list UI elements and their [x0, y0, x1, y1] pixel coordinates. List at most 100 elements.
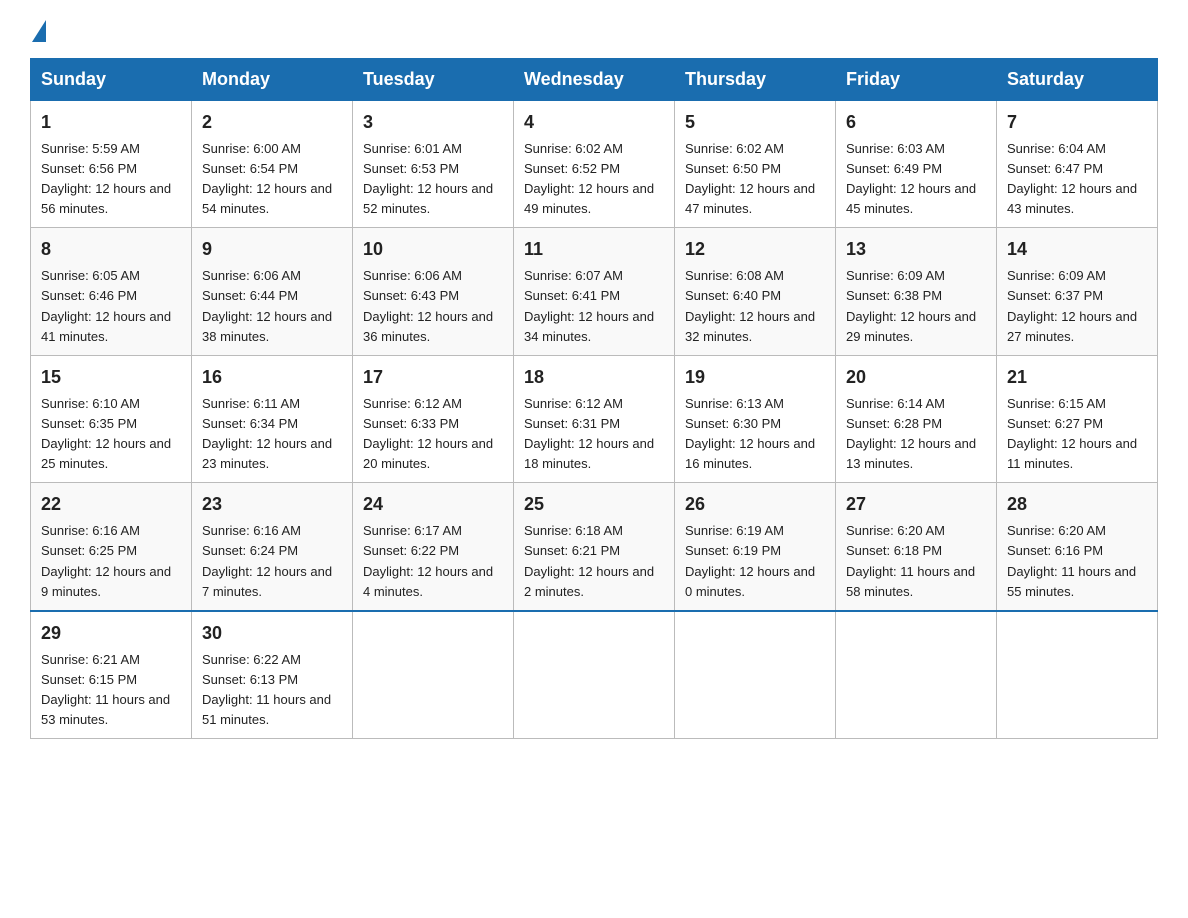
logo-text	[30, 20, 48, 42]
day-info: Sunrise: 6:21 AMSunset: 6:15 PMDaylight:…	[41, 650, 181, 731]
day-info: Sunrise: 6:19 AMSunset: 6:19 PMDaylight:…	[685, 521, 825, 602]
calendar-day-cell	[836, 611, 997, 739]
calendar-day-cell: 24Sunrise: 6:17 AMSunset: 6:22 PMDayligh…	[353, 483, 514, 611]
day-number: 7	[1007, 109, 1147, 137]
calendar-day-cell: 1Sunrise: 5:59 AMSunset: 6:56 PMDaylight…	[31, 101, 192, 228]
day-info: Sunrise: 6:06 AMSunset: 6:44 PMDaylight:…	[202, 266, 342, 347]
day-of-week-header: Wednesday	[514, 59, 675, 101]
calendar-week-row: 1Sunrise: 5:59 AMSunset: 6:56 PMDaylight…	[31, 101, 1158, 228]
calendar-table: SundayMondayTuesdayWednesdayThursdayFrid…	[30, 58, 1158, 739]
day-number: 2	[202, 109, 342, 137]
day-number: 29	[41, 620, 181, 648]
calendar-week-row: 15Sunrise: 6:10 AMSunset: 6:35 PMDayligh…	[31, 355, 1158, 482]
calendar-day-cell: 21Sunrise: 6:15 AMSunset: 6:27 PMDayligh…	[997, 355, 1158, 482]
day-number: 9	[202, 236, 342, 264]
calendar-day-cell: 25Sunrise: 6:18 AMSunset: 6:21 PMDayligh…	[514, 483, 675, 611]
calendar-day-cell: 10Sunrise: 6:06 AMSunset: 6:43 PMDayligh…	[353, 228, 514, 355]
calendar-day-cell: 27Sunrise: 6:20 AMSunset: 6:18 PMDayligh…	[836, 483, 997, 611]
day-number: 27	[846, 491, 986, 519]
day-number: 11	[524, 236, 664, 264]
day-info: Sunrise: 6:11 AMSunset: 6:34 PMDaylight:…	[202, 394, 342, 475]
day-info: Sunrise: 6:22 AMSunset: 6:13 PMDaylight:…	[202, 650, 342, 731]
calendar-day-cell: 20Sunrise: 6:14 AMSunset: 6:28 PMDayligh…	[836, 355, 997, 482]
day-number: 30	[202, 620, 342, 648]
day-number: 23	[202, 491, 342, 519]
calendar-day-cell: 23Sunrise: 6:16 AMSunset: 6:24 PMDayligh…	[192, 483, 353, 611]
day-info: Sunrise: 6:20 AMSunset: 6:18 PMDaylight:…	[846, 521, 986, 602]
day-info: Sunrise: 5:59 AMSunset: 6:56 PMDaylight:…	[41, 139, 181, 220]
day-number: 12	[685, 236, 825, 264]
day-info: Sunrise: 6:12 AMSunset: 6:31 PMDaylight:…	[524, 394, 664, 475]
day-of-week-header: Sunday	[31, 59, 192, 101]
day-of-week-header: Tuesday	[353, 59, 514, 101]
calendar-week-row: 22Sunrise: 6:16 AMSunset: 6:25 PMDayligh…	[31, 483, 1158, 611]
day-info: Sunrise: 6:08 AMSunset: 6:40 PMDaylight:…	[685, 266, 825, 347]
calendar-day-cell: 12Sunrise: 6:08 AMSunset: 6:40 PMDayligh…	[675, 228, 836, 355]
logo-triangle-icon	[32, 20, 46, 42]
calendar-day-cell	[997, 611, 1158, 739]
day-number: 3	[363, 109, 503, 137]
calendar-day-cell: 3Sunrise: 6:01 AMSunset: 6:53 PMDaylight…	[353, 101, 514, 228]
day-of-week-header: Saturday	[997, 59, 1158, 101]
day-info: Sunrise: 6:09 AMSunset: 6:37 PMDaylight:…	[1007, 266, 1147, 347]
calendar-day-cell	[675, 611, 836, 739]
day-info: Sunrise: 6:12 AMSunset: 6:33 PMDaylight:…	[363, 394, 503, 475]
day-info: Sunrise: 6:07 AMSunset: 6:41 PMDaylight:…	[524, 266, 664, 347]
calendar-day-cell: 18Sunrise: 6:12 AMSunset: 6:31 PMDayligh…	[514, 355, 675, 482]
day-info: Sunrise: 6:04 AMSunset: 6:47 PMDaylight:…	[1007, 139, 1147, 220]
day-number: 10	[363, 236, 503, 264]
calendar-header-row: SundayMondayTuesdayWednesdayThursdayFrid…	[31, 59, 1158, 101]
day-number: 6	[846, 109, 986, 137]
page-header	[30, 20, 1158, 42]
day-number: 18	[524, 364, 664, 392]
day-number: 8	[41, 236, 181, 264]
calendar-day-cell: 30Sunrise: 6:22 AMSunset: 6:13 PMDayligh…	[192, 611, 353, 739]
calendar-day-cell: 17Sunrise: 6:12 AMSunset: 6:33 PMDayligh…	[353, 355, 514, 482]
day-number: 5	[685, 109, 825, 137]
day-info: Sunrise: 6:14 AMSunset: 6:28 PMDaylight:…	[846, 394, 986, 475]
day-number: 28	[1007, 491, 1147, 519]
day-number: 14	[1007, 236, 1147, 264]
calendar-day-cell: 9Sunrise: 6:06 AMSunset: 6:44 PMDaylight…	[192, 228, 353, 355]
day-info: Sunrise: 6:03 AMSunset: 6:49 PMDaylight:…	[846, 139, 986, 220]
day-number: 22	[41, 491, 181, 519]
calendar-day-cell: 8Sunrise: 6:05 AMSunset: 6:46 PMDaylight…	[31, 228, 192, 355]
day-info: Sunrise: 6:00 AMSunset: 6:54 PMDaylight:…	[202, 139, 342, 220]
calendar-day-cell: 13Sunrise: 6:09 AMSunset: 6:38 PMDayligh…	[836, 228, 997, 355]
day-info: Sunrise: 6:02 AMSunset: 6:50 PMDaylight:…	[685, 139, 825, 220]
day-number: 1	[41, 109, 181, 137]
calendar-day-cell: 11Sunrise: 6:07 AMSunset: 6:41 PMDayligh…	[514, 228, 675, 355]
calendar-day-cell: 28Sunrise: 6:20 AMSunset: 6:16 PMDayligh…	[997, 483, 1158, 611]
day-of-week-header: Thursday	[675, 59, 836, 101]
day-number: 17	[363, 364, 503, 392]
day-info: Sunrise: 6:16 AMSunset: 6:24 PMDaylight:…	[202, 521, 342, 602]
day-number: 4	[524, 109, 664, 137]
calendar-day-cell: 2Sunrise: 6:00 AMSunset: 6:54 PMDaylight…	[192, 101, 353, 228]
calendar-day-cell: 15Sunrise: 6:10 AMSunset: 6:35 PMDayligh…	[31, 355, 192, 482]
day-number: 26	[685, 491, 825, 519]
calendar-day-cell: 19Sunrise: 6:13 AMSunset: 6:30 PMDayligh…	[675, 355, 836, 482]
calendar-week-row: 29Sunrise: 6:21 AMSunset: 6:15 PMDayligh…	[31, 611, 1158, 739]
day-of-week-header: Monday	[192, 59, 353, 101]
day-number: 24	[363, 491, 503, 519]
calendar-day-cell: 5Sunrise: 6:02 AMSunset: 6:50 PMDaylight…	[675, 101, 836, 228]
day-info: Sunrise: 6:09 AMSunset: 6:38 PMDaylight:…	[846, 266, 986, 347]
day-info: Sunrise: 6:16 AMSunset: 6:25 PMDaylight:…	[41, 521, 181, 602]
day-info: Sunrise: 6:20 AMSunset: 6:16 PMDaylight:…	[1007, 521, 1147, 602]
calendar-day-cell	[514, 611, 675, 739]
day-number: 21	[1007, 364, 1147, 392]
calendar-day-cell: 26Sunrise: 6:19 AMSunset: 6:19 PMDayligh…	[675, 483, 836, 611]
day-number: 25	[524, 491, 664, 519]
day-number: 20	[846, 364, 986, 392]
day-info: Sunrise: 6:02 AMSunset: 6:52 PMDaylight:…	[524, 139, 664, 220]
calendar-day-cell	[353, 611, 514, 739]
day-info: Sunrise: 6:05 AMSunset: 6:46 PMDaylight:…	[41, 266, 181, 347]
day-info: Sunrise: 6:15 AMSunset: 6:27 PMDaylight:…	[1007, 394, 1147, 475]
calendar-week-row: 8Sunrise: 6:05 AMSunset: 6:46 PMDaylight…	[31, 228, 1158, 355]
day-info: Sunrise: 6:06 AMSunset: 6:43 PMDaylight:…	[363, 266, 503, 347]
day-info: Sunrise: 6:18 AMSunset: 6:21 PMDaylight:…	[524, 521, 664, 602]
logo	[30, 20, 48, 42]
day-number: 16	[202, 364, 342, 392]
calendar-day-cell: 14Sunrise: 6:09 AMSunset: 6:37 PMDayligh…	[997, 228, 1158, 355]
calendar-day-cell: 22Sunrise: 6:16 AMSunset: 6:25 PMDayligh…	[31, 483, 192, 611]
